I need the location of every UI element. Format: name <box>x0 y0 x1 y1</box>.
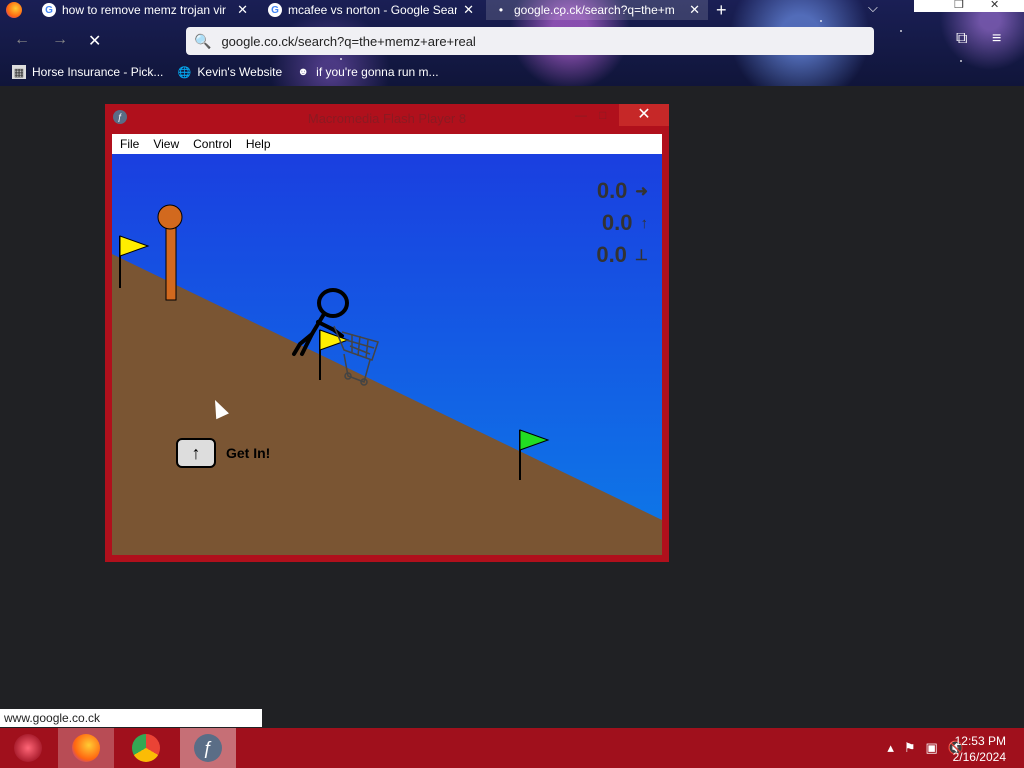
speed-x-value: 0.0 <box>596 178 628 203</box>
speed-y-value: 0.0 <box>601 210 633 235</box>
close-window-icon[interactable]: ✕ <box>990 0 999 11</box>
bookmark-horse-insurance[interactable]: ▦ Horse Insurance - Pick... <box>12 65 163 79</box>
chrome-icon <box>132 734 160 762</box>
height-value: 0.0 <box>596 242 627 267</box>
bookmark-favicon: ▦ <box>12 65 26 79</box>
flash-player-icon: ƒ <box>194 734 222 762</box>
flash-title-bar[interactable]: ƒ Macromedia Flash Player 8 — □ ✕ <box>105 104 669 132</box>
bookmark-label: Kevin's Website <box>197 65 283 79</box>
bookmark-gonna-run[interactable]: ☻ if you're gonna run m... <box>296 65 438 79</box>
google-icon: G <box>268 3 282 17</box>
clock-date: 2/16/2024 <box>952 750 1006 764</box>
close-flash-button[interactable]: ✕ <box>619 104 669 126</box>
window-controls: ❐ ✕ <box>914 0 1024 12</box>
url-text: google.co.ck/search?q=the+memz+are+real <box>221 33 476 49</box>
bookmark-kevins-website[interactable]: 🌐 Kevin's Website <box>177 65 283 79</box>
back-icon[interactable]: ← <box>14 31 30 49</box>
loading-dot-icon: • <box>498 3 504 17</box>
bookmarks-toolbar: ▦ Horse Insurance - Pick... 🌐 Kevin's We… <box>0 62 1024 82</box>
get-in-label: Get In! <box>226 445 271 461</box>
right-arrow-icon: ➜ <box>635 183 648 200</box>
tab-list-icon[interactable]: ⌵ <box>868 0 878 16</box>
minimize-icon[interactable]: — <box>575 108 587 122</box>
navigation-toolbar: ← → ✕ 🔍 google.co.ck/search?q=the+memz+a… <box>0 26 1024 58</box>
taskbar: ƒ ▴ ⚑ ▣ 🔇 12:53 PM 2/16/2024 <box>0 728 1024 768</box>
start-icon <box>14 734 42 762</box>
game-scene <box>112 204 662 555</box>
network-icon[interactable]: ▣ <box>926 740 938 756</box>
game-stage[interactable]: 0.0 ➜ 0.0 ↑ 0.0 ⊥ ↑ Get In! <box>112 154 662 555</box>
bookmark-label: Horse Insurance - Pick... <box>32 65 164 79</box>
get-in-prompt: ↑ Get In! <box>176 438 270 468</box>
tab-title: mcafee vs norton - Google Sear <box>288 3 458 17</box>
up-key-icon: ↑ <box>176 438 216 468</box>
tab-memz-removal[interactable]: G how to remove memz trojan vir ✕ <box>34 0 256 20</box>
google-icon: G <box>42 3 56 17</box>
close-tab-icon[interactable]: ✕ <box>237 2 248 18</box>
start-button[interactable] <box>0 728 56 768</box>
maximize-icon[interactable]: □ <box>599 108 606 122</box>
link-status-bar: www.google.co.ck <box>0 709 262 727</box>
flag-icon[interactable]: ⚑ <box>904 740 916 756</box>
taskbar-flash-player[interactable]: ƒ <box>180 728 236 768</box>
tab-title: google.co.ck/search?q=the+m <box>514 3 675 17</box>
firefox-icon <box>72 734 100 762</box>
close-tab-icon[interactable]: ✕ <box>689 2 700 18</box>
taskbar-firefox[interactable] <box>58 728 114 768</box>
flash-menu-bar: File View Control Help <box>112 134 662 154</box>
taskbar-chrome[interactable] <box>118 728 174 768</box>
tab-search-active[interactable]: • google.co.ck/search?q=the+m ✕ <box>486 0 708 20</box>
tab-title: how to remove memz trojan vir <box>62 3 227 17</box>
speed-y-stat: 0.0 ↑ <box>602 210 648 236</box>
chevron-up-icon[interactable]: ▴ <box>887 740 894 756</box>
firefox-icon <box>6 2 22 18</box>
up-arrow-icon: ↑ <box>640 214 649 232</box>
ground-icon: ⊥ <box>634 247 648 264</box>
bookmark-favicon: ☻ <box>297 66 309 78</box>
flash-player-window: ƒ Macromedia Flash Player 8 — □ ✕ File V… <box>105 104 669 562</box>
menu-control[interactable]: Control <box>193 137 232 151</box>
extensions-icon[interactable]: ⧉ <box>956 30 967 48</box>
tab-bar: G how to remove memz trojan vir ✕ G mcaf… <box>0 0 1024 22</box>
browser-chrome: G how to remove memz trojan vir ✕ G mcaf… <box>0 0 1024 86</box>
menu-help[interactable]: Help <box>246 137 271 151</box>
height-stat: 0.0 ⊥ <box>596 242 648 268</box>
menu-file[interactable]: File <box>120 137 139 151</box>
stop-icon[interactable]: ✕ <box>88 31 101 51</box>
globe-icon: 🌐 <box>177 66 192 79</box>
hill <box>112 254 662 555</box>
bookmark-label: if you're gonna run m... <box>316 65 439 79</box>
menu-view[interactable]: View <box>153 137 179 151</box>
menu-icon[interactable]: ≡ <box>992 30 1001 48</box>
restore-icon[interactable]: ❐ <box>954 0 964 11</box>
clock-time: 12:53 PM <box>954 734 1006 748</box>
address-bar[interactable]: 🔍 google.co.ck/search?q=the+memz+are+rea… <box>186 27 874 55</box>
search-icon: 🔍 <box>194 32 212 49</box>
forward-icon[interactable]: → <box>52 31 68 49</box>
speed-x-stat: 0.0 ➜ <box>597 178 648 204</box>
close-tab-icon[interactable]: ✕ <box>463 2 474 18</box>
new-tab-button[interactable]: + <box>716 0 727 21</box>
tab-mcafee-norton[interactable]: G mcafee vs norton - Google Sear ✕ <box>260 0 482 20</box>
clock[interactable]: 12:53 PM 2/16/2024 <box>953 733 1006 765</box>
